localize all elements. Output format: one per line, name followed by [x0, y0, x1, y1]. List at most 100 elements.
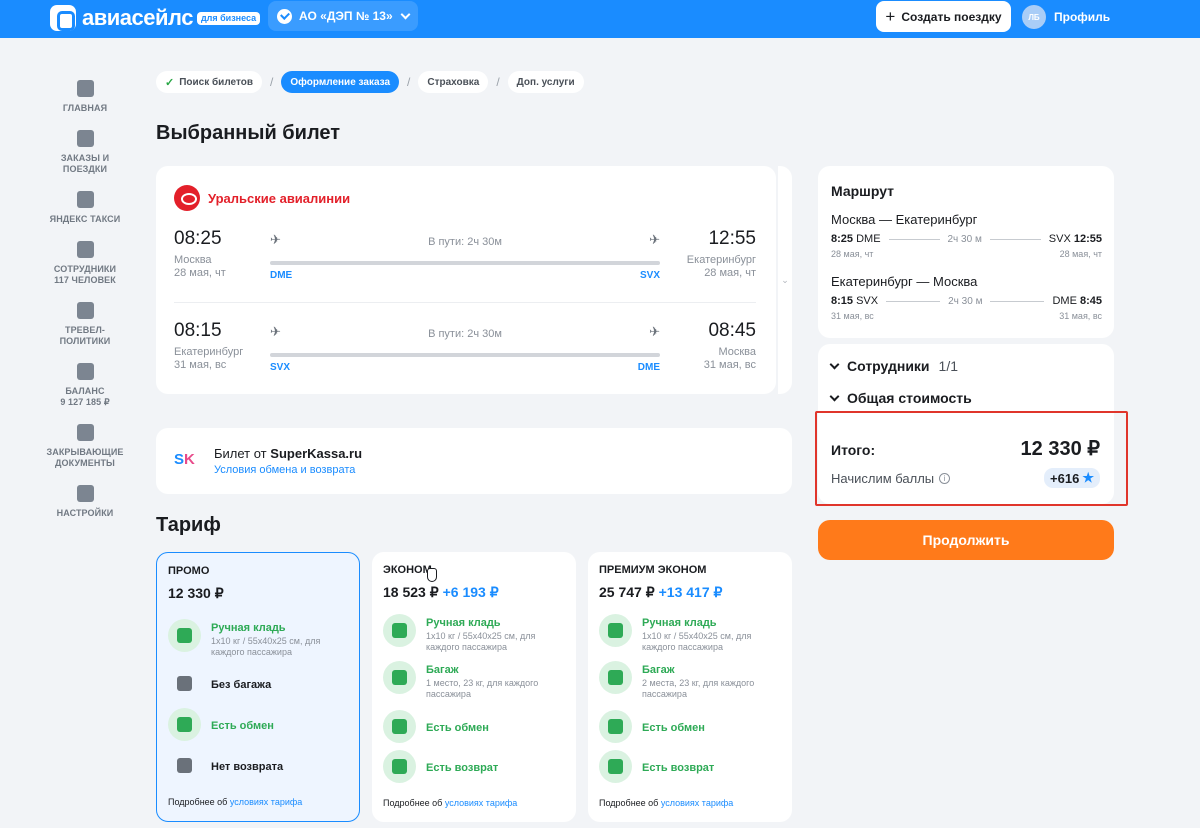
exchange-icon	[383, 710, 416, 743]
tariff-more: Подробнее об условиях тарифа	[599, 798, 733, 808]
tariff-price-value: 18 523 ₽	[383, 584, 439, 600]
feature-title: Багаж	[426, 664, 459, 676]
tariff-more-prefix: Подробнее об	[168, 797, 228, 807]
logo[interactable]: авиасейлс для бизнеса	[50, 5, 261, 31]
avatar: ЛБ	[1022, 5, 1046, 29]
feature-desc: 1x10 кг / 55x40x25 см, для каждого пасса…	[211, 636, 321, 657]
create-trip-label: Создать поездку	[901, 9, 1002, 24]
tariff-name: ПРЕМИУМ ЭКОНОМ	[599, 564, 707, 576]
flight-line	[270, 261, 660, 265]
route-card: Маршрут Москва — Екатеринбург 8:25 DME 2…	[818, 166, 1114, 338]
sidebar-item-travel-policies[interactable]: ТРЕВЕЛ- ПОЛИТИКИ	[40, 302, 130, 347]
employees-label: Сотрудники	[847, 358, 930, 374]
breadcrumb-insurance[interactable]: Страховка	[418, 71, 489, 93]
tariff-feature: Без багажа	[168, 667, 354, 700]
summary-accordions: Сотрудники 1/1 Общая стоимость	[818, 344, 1114, 416]
logo-text: авиасейлс	[82, 5, 193, 30]
sidebar-item-sublabel: 9 127 185 ₽	[60, 397, 110, 407]
sidebar-item-label: ТРЕВЕЛ- ПОЛИТИКИ	[59, 325, 111, 346]
continue-button[interactable]: Продолжить	[818, 520, 1114, 560]
sidebar-item-sublabel: 117 ЧЕЛОВЕК	[54, 275, 116, 285]
exchange-icon	[168, 708, 201, 741]
plane-icon	[76, 130, 94, 147]
route-dep-code: DME	[856, 233, 881, 245]
sidebar-item-settings[interactable]: НАСТРОЙКИ	[40, 485, 130, 519]
tariff-feature: Есть обмен	[383, 710, 569, 743]
breadcrumb-extras[interactable]: Доп. услуги	[507, 71, 584, 93]
route-title: Маршрут	[831, 183, 895, 199]
breadcrumb-label: Поиск билетов	[179, 76, 254, 88]
departure-city: Екатеринбург	[174, 346, 244, 358]
check-icon: ✓	[165, 76, 175, 89]
sidebar-item-label: ГЛАВНАЯ	[62, 103, 108, 113]
expand-ticket-button[interactable]: ⌄	[778, 166, 792, 394]
tariff-card-premium-economy[interactable]: ПРЕМИУМ ЭКОНОМ 25 747 ₽ +13 417 ₽ Ручная …	[588, 552, 792, 822]
feature-title: Ручная кладь	[642, 617, 717, 629]
logo-badge: для бизнеса	[196, 11, 261, 25]
create-trip-button[interactable]: + Создать поездку	[876, 1, 1011, 32]
no-refund-icon	[168, 749, 201, 782]
wallet-icon	[76, 363, 94, 380]
breadcrumb-label: Страховка	[427, 76, 480, 88]
arrival-time: 12:55	[708, 228, 756, 249]
sidebar-item-taxi[interactable]: ЯНДЕКС ТАКСИ	[40, 191, 130, 225]
gear-icon	[76, 485, 94, 502]
sidebar-item-home[interactable]: ГЛАВНАЯ	[40, 80, 130, 114]
hand-luggage-icon	[599, 614, 632, 647]
breadcrumb-search[interactable]: ✓ Поиск билетов	[156, 71, 263, 93]
tariff-card-economy[interactable]: ЭКОНОМ 18 523 ₽ +6 193 ₽ Ручная кладь 1x10…	[372, 552, 576, 822]
refund-icon	[383, 750, 416, 783]
route-arr-date: 31 мая, вс	[1059, 311, 1102, 321]
tariff-card-promo[interactable]: ПРОМО 12 330 ₽ Ручная кладь 1x10 кг / 55x…	[156, 552, 360, 822]
departure-airport-code[interactable]: SVX	[270, 362, 290, 373]
departure-time: 08:25	[174, 228, 222, 249]
profile-menu[interactable]: ЛБ Профиль	[1022, 5, 1110, 29]
tariff-feature: Нет возврата	[168, 749, 354, 782]
breadcrumb-separator: /	[270, 75, 274, 89]
route-duration: 2ч 30 м	[947, 233, 982, 245]
sidebar-item-balance[interactable]: БАЛАНС 9 127 185 ₽	[40, 363, 130, 408]
no-baggage-icon	[168, 667, 201, 700]
tariff-feature: Есть обмен	[599, 710, 785, 743]
divider	[174, 302, 756, 303]
ticket-card: Уральские авиалинии 08:25 Москва 28 мая,…	[156, 166, 776, 394]
seller-name: SuperKassa.ru	[270, 446, 363, 461]
departure-airport-code[interactable]: DME	[270, 270, 292, 281]
tariff-feature: Багаж 2 места, 23 кг, для каждого пассажи…	[599, 661, 785, 700]
route-leg-title: Москва — Екатеринбург	[831, 212, 978, 227]
exchange-return-link[interactable]: Условия обмена и возврата	[214, 464, 355, 476]
chevron-down-icon	[829, 391, 840, 401]
sidebar-item-documents[interactable]: ЗАКРЫВАЮЩИЕ ДОКУМЕНТЫ	[40, 424, 130, 469]
briefcase-icon	[76, 302, 94, 319]
tariff-conditions-link[interactable]: условиях тарифа	[230, 797, 302, 807]
tariff-more: Подробнее об условиях тарифа	[168, 797, 302, 807]
breadcrumb-label: Доп. услуги	[516, 76, 575, 88]
tariff-conditions-link[interactable]: условиях тарифа	[445, 798, 517, 808]
company-selector[interactable]: АО «ДЭП № 13»	[268, 1, 418, 31]
sidebar-item-label: НАСТРОЙКИ	[56, 508, 114, 518]
route-dep-time: 8:25	[831, 233, 854, 245]
tariff-price-value: 25 747 ₽	[599, 584, 655, 600]
total-cost-toggle[interactable]: Общая стоимость	[829, 390, 972, 406]
feature-title: Есть возврат	[426, 762, 499, 774]
feature-desc: 1x10 кг / 55x40x25 см, для каждого пасса…	[642, 631, 752, 652]
hand-luggage-icon	[383, 614, 416, 647]
airline-name: Уральские авиалинии	[208, 190, 351, 206]
tariff-feature: Ручная кладь 1x10 кг / 55x40x25 см, для к…	[599, 614, 785, 653]
arrival-airport-code[interactable]: DME	[638, 362, 660, 373]
sidebar-item-orders[interactable]: ЗАКАЗЫ И ПОЕЗДКИ	[40, 130, 130, 175]
breadcrumb-checkout[interactable]: Оформление заказа	[281, 71, 400, 93]
takeoff-icon: ✈	[270, 232, 281, 247]
tariff-conditions-link[interactable]: условиях тарифа	[661, 798, 733, 808]
departure-city: Москва	[174, 254, 212, 266]
tariff-more-prefix: Подробнее об	[383, 798, 443, 808]
employees-toggle[interactable]: Сотрудники 1/1	[829, 358, 958, 374]
breadcrumb-separator: /	[407, 75, 411, 89]
airline-logo-icon	[174, 185, 200, 211]
feature-title: Есть обмен	[211, 720, 274, 732]
sidebar-item-employees[interactable]: СОТРУДНИКИ 117 ЧЕЛОВЕК	[40, 241, 130, 286]
arrival-airport-code[interactable]: SVX	[640, 270, 660, 281]
airline: Уральские авиалинии	[174, 185, 350, 211]
baggage-icon	[599, 661, 632, 694]
refund-icon	[599, 750, 632, 783]
